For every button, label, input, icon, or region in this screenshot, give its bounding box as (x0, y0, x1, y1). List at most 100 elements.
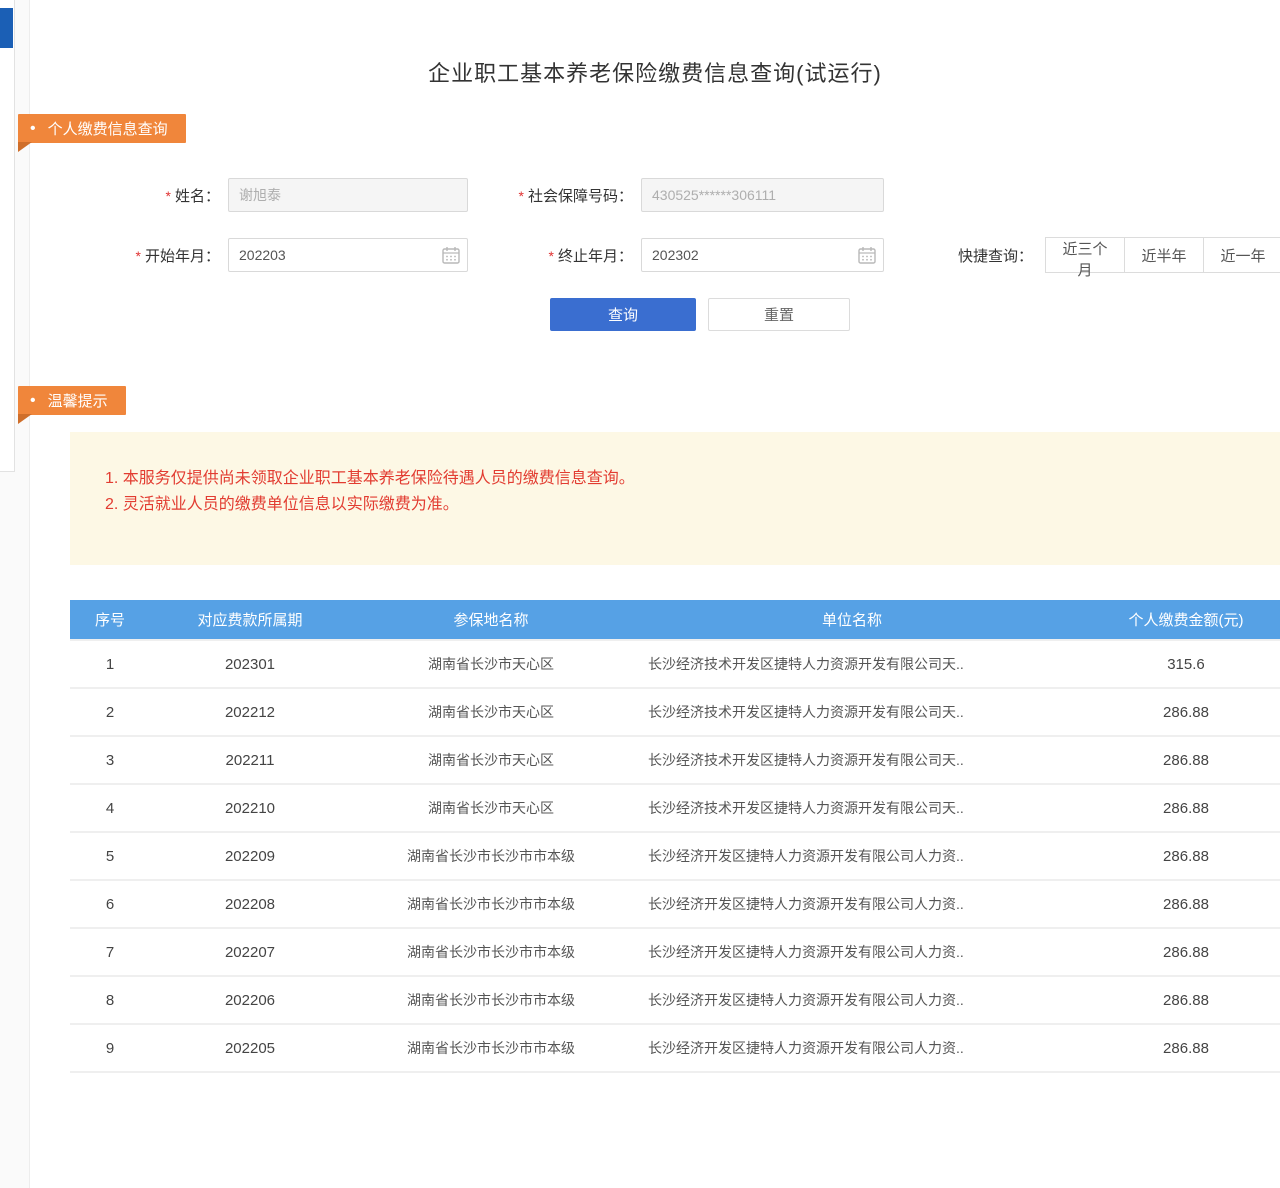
end-month-input[interactable] (641, 238, 884, 272)
table-cell: 湖南省长沙市天心区 (350, 640, 632, 688)
section-badge-label: 个人缴费信息查询 (48, 118, 168, 139)
table-cell: 长沙经济技术开发区捷特人力资源开发有限公司天.. (632, 640, 1072, 688)
table-cell: 202205 (150, 1024, 350, 1072)
table-cell: 6 (70, 880, 150, 928)
table-row: 8202206湖南省长沙市长沙市市本级长沙经济开发区捷特人力资源开发有限公司人力… (70, 976, 1280, 1024)
table-cell: 286.88 (1072, 688, 1280, 736)
name-input[interactable] (228, 178, 468, 212)
table-cell: 湖南省长沙市长沙市市本级 (350, 832, 632, 880)
table-cell: 长沙经济技术开发区捷特人力资源开发有限公司天.. (632, 736, 1072, 784)
section-badge-tips: • 温馨提示 (18, 386, 126, 415)
table-cell: 长沙经济技术开发区捷特人力资源开发有限公司天.. (632, 784, 1072, 832)
table-row: 5202209湖南省长沙市长沙市市本级长沙经济开发区捷特人力资源开发有限公司人力… (70, 832, 1280, 880)
table-cell: 长沙经济技术开发区捷特人力资源开发有限公司天.. (632, 688, 1072, 736)
sidebar-collapsed-tab[interactable] (0, 8, 13, 48)
table-row: 7202207湖南省长沙市长沙市市本级长沙经济开发区捷特人力资源开发有限公司人力… (70, 928, 1280, 976)
table-cell: 286.88 (1072, 736, 1280, 784)
page-title: 企业职工基本养老保险缴费信息查询(试运行) (30, 56, 1280, 88)
table-cell: 286.88 (1072, 976, 1280, 1024)
ssn-input[interactable] (641, 178, 884, 212)
required-marker: * (519, 188, 524, 204)
column-header: 序号 (70, 600, 150, 640)
table-cell: 202208 (150, 880, 350, 928)
bullet-icon: • (30, 121, 36, 137)
quick-last-half-year-button[interactable]: 近半年 (1124, 237, 1204, 273)
table-cell: 湖南省长沙市天心区 (350, 688, 632, 736)
table-cell: 286.88 (1072, 880, 1280, 928)
results-table-container: 序号对应费款所属期参保地名称单位名称个人缴费金额(元) 1202301湖南省长沙… (70, 600, 1280, 1073)
quick-query-group: 快捷查询： 近三个月 近半年 近一年 (958, 237, 1280, 273)
query-button[interactable]: 查询 (550, 298, 696, 331)
table-cell: 湖南省长沙市天心区 (350, 736, 632, 784)
table-cell: 202301 (150, 640, 350, 688)
column-header: 单位名称 (632, 600, 1072, 640)
start-month-input[interactable] (228, 238, 468, 272)
table-cell: 9 (70, 1024, 150, 1072)
table-cell: 4 (70, 784, 150, 832)
table-row: 6202208湖南省长沙市长沙市市本级长沙经济开发区捷特人力资源开发有限公司人力… (70, 880, 1280, 928)
table-cell: 长沙经济开发区捷特人力资源开发有限公司人力资.. (632, 1024, 1072, 1072)
required-marker: * (549, 248, 554, 264)
quick-last-year-button[interactable]: 近一年 (1203, 237, 1280, 273)
end-month-field-group: *终止年月： (478, 238, 884, 272)
table-cell: 湖南省长沙市长沙市市本级 (350, 880, 632, 928)
start-month-field-group: *开始年月： (110, 238, 468, 272)
table-cell: 202206 (150, 976, 350, 1024)
table-cell: 202207 (150, 928, 350, 976)
notice-line: 1. 本服务仅提供尚未领取企业职工基本养老保险待遇人员的缴费信息查询。 (105, 466, 1280, 492)
required-marker: * (166, 188, 171, 204)
section-badge-label: 温馨提示 (48, 390, 108, 411)
table-cell: 湖南省长沙市长沙市市本级 (350, 928, 632, 976)
table-cell: 202212 (150, 688, 350, 736)
table-cell: 长沙经济开发区捷特人力资源开发有限公司人力资.. (632, 880, 1072, 928)
notice-box: 1. 本服务仅提供尚未领取企业职工基本养老保险待遇人员的缴费信息查询。 2. 灵… (70, 432, 1280, 565)
left-sidebar (0, 0, 15, 472)
table-row: 9202205湖南省长沙市长沙市市本级长沙经济开发区捷特人力资源开发有限公司人力… (70, 1024, 1280, 1072)
main-panel: 企业职工基本养老保险缴费信息查询(试运行) *姓名： *社会保障号码： *开始年… (29, 0, 1280, 1188)
table-row: 1202301湖南省长沙市天心区长沙经济技术开发区捷特人力资源开发有限公司天..… (70, 640, 1280, 688)
table-body: 1202301湖南省长沙市天心区长沙经济技术开发区捷特人力资源开发有限公司天..… (70, 640, 1280, 1072)
table-cell: 长沙经济开发区捷特人力资源开发有限公司人力资.. (632, 976, 1072, 1024)
table-cell: 286.88 (1072, 832, 1280, 880)
table-cell: 202209 (150, 832, 350, 880)
table-cell: 湖南省长沙市长沙市市本级 (350, 976, 632, 1024)
table-cell: 286.88 (1072, 928, 1280, 976)
notice-line: 2. 灵活就业人员的缴费单位信息以实际缴费为准。 (105, 492, 1280, 518)
table-cell: 湖南省长沙市长沙市市本级 (350, 1024, 632, 1072)
table-row: 4202210湖南省长沙市天心区长沙经济技术开发区捷特人力资源开发有限公司天..… (70, 784, 1280, 832)
column-header: 参保地名称 (350, 600, 632, 640)
table-cell: 315.6 (1072, 640, 1280, 688)
required-marker: * (136, 248, 141, 264)
reset-button[interactable]: 重置 (708, 298, 850, 331)
bullet-icon: • (30, 393, 36, 409)
column-header: 个人缴费金额(元) (1072, 600, 1280, 640)
table-cell: 286.88 (1072, 784, 1280, 832)
table-cell: 1 (70, 640, 150, 688)
table-cell: 长沙经济开发区捷特人力资源开发有限公司人力资.. (632, 832, 1072, 880)
table-cell: 湖南省长沙市天心区 (350, 784, 632, 832)
start-month-label: *开始年月： (110, 245, 220, 266)
ssn-label: *社会保障号码： (478, 185, 633, 206)
quick-query-label: 快捷查询： (958, 245, 1033, 266)
column-header: 对应费款所属期 (150, 600, 350, 640)
results-table: 序号对应费款所属期参保地名称单位名称个人缴费金额(元) 1202301湖南省长沙… (70, 600, 1280, 1073)
page: 企业职工基本养老保险缴费信息查询(试运行) *姓名： *社会保障号码： *开始年… (0, 0, 1280, 1188)
table-cell: 286.88 (1072, 1024, 1280, 1072)
table-row: 3202211湖南省长沙市天心区长沙经济技术开发区捷特人力资源开发有限公司天..… (70, 736, 1280, 784)
table-cell: 8 (70, 976, 150, 1024)
table-cell: 2 (70, 688, 150, 736)
ssn-field-group: *社会保障号码： (478, 178, 884, 212)
table-cell: 长沙经济开发区捷特人力资源开发有限公司人力资.. (632, 928, 1072, 976)
table-cell: 202211 (150, 736, 350, 784)
name-field-group: *姓名： (110, 178, 468, 212)
section-badge-personal-payment-query: • 个人缴费信息查询 (18, 114, 186, 143)
table-cell: 5 (70, 832, 150, 880)
quick-last-3-months-button[interactable]: 近三个月 (1045, 237, 1125, 273)
table-row: 2202212湖南省长沙市天心区长沙经济技术开发区捷特人力资源开发有限公司天..… (70, 688, 1280, 736)
table-header-row: 序号对应费款所属期参保地名称单位名称个人缴费金额(元) (70, 600, 1280, 640)
name-label: *姓名： (110, 185, 220, 206)
table-cell: 202210 (150, 784, 350, 832)
table-cell: 3 (70, 736, 150, 784)
end-month-label: *终止年月： (478, 245, 633, 266)
table-cell: 7 (70, 928, 150, 976)
